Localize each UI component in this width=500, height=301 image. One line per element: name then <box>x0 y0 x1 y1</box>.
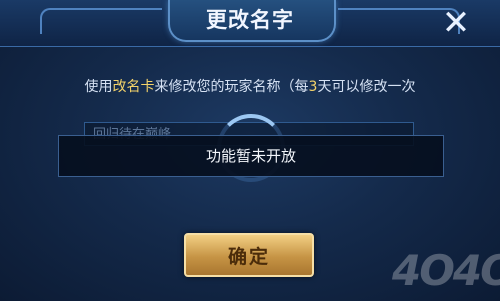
rename-dialog: 更改名字 ✕ 使用改名卡来修改您的玩家名称（每3天可以修改一次 回归待在巅峰 功… <box>0 0 500 301</box>
rename-card-label: 改名卡 <box>112 79 155 95</box>
site-watermark: 4O4O7 <box>392 246 500 295</box>
instruction-part1: 使用 <box>84 79 113 95</box>
instruction-part2: 来修改您的玩家名称（每 <box>154 79 309 95</box>
header-ornament-left <box>40 8 162 34</box>
confirm-button[interactable]: 确定 <box>184 233 314 277</box>
close-icon[interactable]: ✕ <box>436 3 476 43</box>
feature-unavailable-toast: 功能暂未开放 <box>58 135 444 177</box>
instruction-text: 使用改名卡来修改您的玩家名称（每3天可以修改一次 <box>0 76 500 96</box>
dialog-title: 更改名字 <box>206 8 294 32</box>
dialog-header: 更改名字 ✕ <box>0 0 500 47</box>
instruction-part3: 天可以修改一次 <box>317 79 416 95</box>
